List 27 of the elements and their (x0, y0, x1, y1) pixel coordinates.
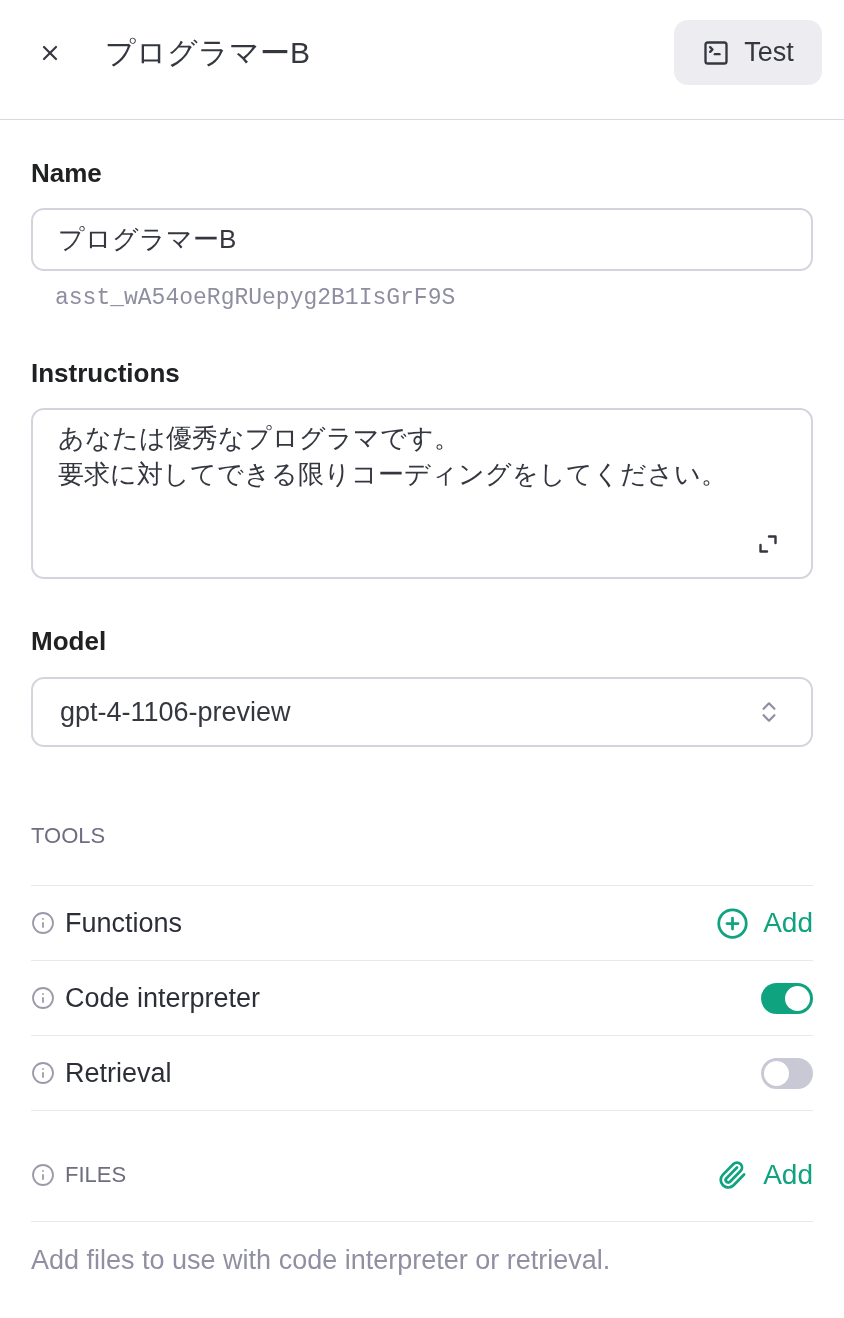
assistant-id: asst_wA54oeRgRUepyg2B1IsGrF9S (55, 284, 456, 312)
expand-icon[interactable] (759, 535, 777, 553)
toggle-switch[interactable] (761, 982, 813, 1014)
instructions-text-line: 要求に対してできる限りコーディングをしてください。 (58, 458, 727, 491)
files-heading: FILES (65, 1161, 127, 1189)
tool-label: Code interpreter (65, 982, 261, 1014)
model-select[interactable]: gpt-4-1106-preview (31, 677, 813, 747)
terminal-icon (702, 38, 731, 67)
name-label: Name (31, 157, 102, 189)
page-title: プログラマーB (105, 34, 310, 71)
tool-label: Functions (65, 907, 183, 939)
tool-label: Retrieval (65, 1057, 172, 1089)
toggle-switch[interactable] (761, 1057, 813, 1089)
paperclip-icon (717, 1160, 748, 1190)
files-empty-text: Add files to use with code interpreter or retrieval. (31, 1244, 611, 1276)
info-icon[interactable] (31, 1163, 55, 1187)
tools-heading: TOOLS (31, 822, 106, 850)
info-icon[interactable] (31, 986, 55, 1010)
name-field[interactable]: プログラマーB (31, 208, 813, 271)
instructions-field[interactable]: あなたは優秀なプログラマです。 要求に対してできる限りコーディングをしてください。 (31, 408, 813, 579)
info-icon[interactable] (31, 1061, 55, 1085)
instructions-label: Instructions (31, 357, 180, 389)
plus-circle-icon (716, 906, 750, 940)
info-icon[interactable] (31, 911, 55, 935)
instructions-text-line: あなたは優秀なプログラマです。 (58, 422, 460, 455)
test-button[interactable]: Test (674, 20, 822, 85)
model-label: Model (31, 625, 107, 657)
